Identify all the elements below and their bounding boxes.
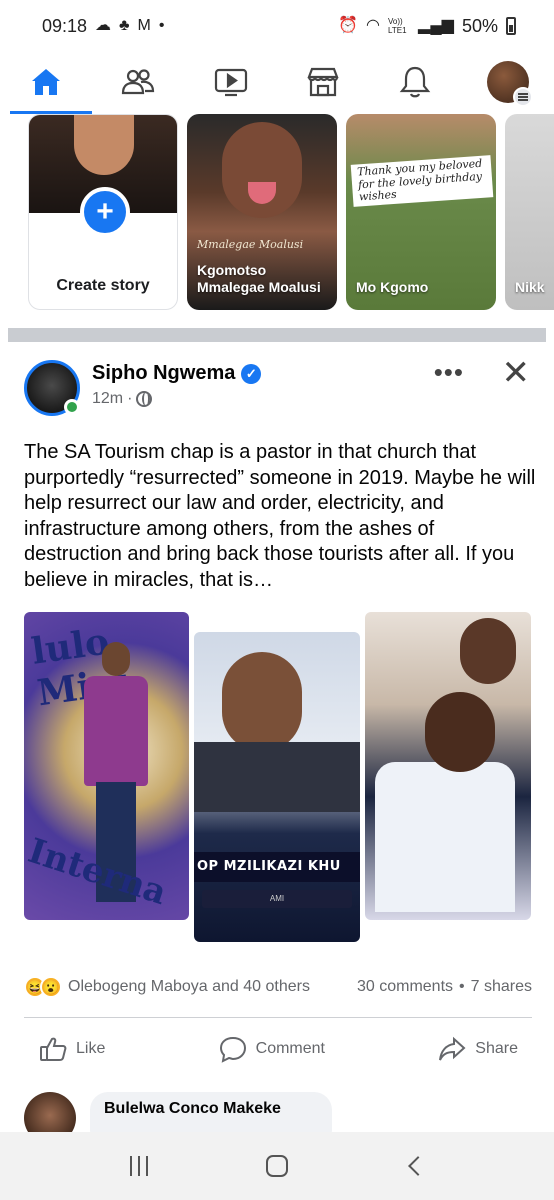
status-time: 09:18 <box>42 15 88 36</box>
wow-reaction-icon: 😮 <box>40 976 62 998</box>
image-banner-text: OP MZILIKAZI KHU <box>194 852 360 882</box>
online-status-dot <box>64 399 80 415</box>
commenter-name[interactable]: Bulelwa Conco Makeke <box>104 1100 318 1118</box>
back-button[interactable] <box>395 1146 435 1186</box>
signal-icon: ▂▄▆ <box>418 17 454 34</box>
marketplace-icon <box>307 67 339 97</box>
status-bar: 09:18 ☁ ♣ M • ⏰ ◠ Vo)) LTE1 ▂▄▆ 50% <box>0 0 554 52</box>
comment-label: Comment <box>255 1040 325 1057</box>
shares-count[interactable]: 7 shares <box>471 978 532 996</box>
tab-home[interactable] <box>0 52 93 114</box>
image-person <box>222 652 302 752</box>
story-name-line2: Mmalegae Moalusi <box>197 279 321 296</box>
top-nav <box>0 52 554 114</box>
story-name: Kgomotso Mmalegae Moalusi <box>197 262 321 296</box>
gmail-icon: M <box>137 17 151 34</box>
tab-friends[interactable] <box>92 52 184 112</box>
post-image[interactable]: OP MZILIKAZI KHU AMI <box>194 632 360 942</box>
image-person <box>375 762 515 912</box>
plus-icon[interactable]: + <box>80 187 130 237</box>
recents-icon <box>130 1156 148 1176</box>
tab-video[interactable] <box>185 52 277 112</box>
home-circle-icon <box>266 1155 288 1177</box>
story-card[interactable]: Nikk <box>505 114 554 310</box>
post-time[interactable]: 12m <box>92 390 123 408</box>
story-card[interactable]: Mmalegae Moalusi Kgomotso Mmalegae Moalu… <box>187 114 337 310</box>
comment-icon <box>219 1036 246 1063</box>
story-name: Nikk <box>515 279 545 296</box>
image-sub-banner: AMI <box>202 890 352 908</box>
story-name: Mo Kgomo <box>356 279 429 296</box>
volte-icon: Vo)) LTE1 <box>388 17 407 35</box>
verified-badge-icon: ✓ <box>241 363 262 384</box>
story-overlay-text: Mmalegae Moalusi <box>197 238 304 251</box>
system-nav-bar <box>0 1132 554 1200</box>
tab-marketplace[interactable] <box>277 52 369 112</box>
like-button[interactable]: Like <box>24 1034 119 1064</box>
wifi-icon: ◠ <box>366 17 381 34</box>
battery-icon <box>506 17 516 35</box>
comment-button[interactable]: Comment <box>204 1034 339 1064</box>
image-person <box>425 692 495 772</box>
story-name-line1: Kgomotso <box>197 262 267 279</box>
post-image[interactable] <box>365 612 531 920</box>
dot-icon: • <box>158 17 165 34</box>
reactions-summary[interactable]: Olebogeng Maboya and 40 others <box>68 978 310 996</box>
author-avatar[interactable] <box>24 360 80 416</box>
post-meta: 12m · <box>92 390 153 408</box>
post-image[interactable]: lulo Mini Interna <box>24 612 189 920</box>
reactions-row: 😆 😮 Olebogeng Maboya and 40 others 30 co… <box>24 972 532 1002</box>
tab-notifications[interactable] <box>369 52 461 112</box>
recents-button[interactable] <box>119 1146 159 1186</box>
share-label: Share <box>475 1040 518 1057</box>
author-name[interactable]: Sipho Ngwema <box>92 362 235 385</box>
story-caption: Thank you my beloved for the lovely birt… <box>350 155 494 207</box>
story-photo <box>222 122 302 218</box>
stats-separator: • <box>459 978 465 995</box>
share-icon <box>439 1036 466 1061</box>
stories-tray: + Create story Mmalegae Moalusi Kgomotso… <box>0 114 554 314</box>
post-text: The SA Tourism chap is a pastor in that … <box>24 441 536 591</box>
reaction-icons[interactable]: 😆 😮 <box>24 976 62 998</box>
close-icon[interactable]: ✕ <box>502 356 531 390</box>
friends-icon <box>122 69 155 95</box>
alarm-icon: ⏰ <box>338 17 359 34</box>
author-name-row: Sipho Ngwema ✓ <box>92 362 262 385</box>
actions-divider <box>24 1017 532 1018</box>
comments-count[interactable]: 30 comments <box>357 978 453 996</box>
globe-icon <box>136 391 153 407</box>
post-header: Sipho Ngwema ✓ 12m · ••• ✕ <box>24 356 534 420</box>
create-story-card[interactable]: + Create story <box>28 114 178 310</box>
bell-icon <box>400 66 431 98</box>
like-label: Like <box>76 1040 106 1057</box>
image-person <box>194 742 360 812</box>
menu-icon <box>512 87 533 107</box>
post-stats: 30 comments • 7 shares <box>357 978 532 996</box>
image-person <box>460 618 516 684</box>
story-card[interactable]: Thank you my beloved for the lovely birt… <box>346 114 496 310</box>
create-story-label: Create story <box>56 277 150 294</box>
back-icon <box>408 1156 428 1176</box>
share-button[interactable]: Share <box>423 1034 532 1064</box>
video-icon <box>214 68 247 97</box>
battery-percent: 50% <box>461 15 498 36</box>
thumbs-up-icon <box>40 1037 67 1061</box>
post-actions: Like Comment Share <box>24 1026 532 1072</box>
section-divider <box>8 328 546 342</box>
meta-separator: · <box>127 390 133 407</box>
cloud-icon: ☁ <box>95 17 112 34</box>
profile-avatar <box>486 61 533 107</box>
home-button[interactable] <box>257 1146 297 1186</box>
home-icon <box>32 69 61 95</box>
tab-profile-menu[interactable] <box>462 52 554 112</box>
post-images: lulo Mini Interna OP MZILIKAZI KHU AMI <box>24 610 532 945</box>
notification-icon: ♣ <box>119 17 130 34</box>
more-options-button[interactable]: ••• <box>434 359 464 385</box>
